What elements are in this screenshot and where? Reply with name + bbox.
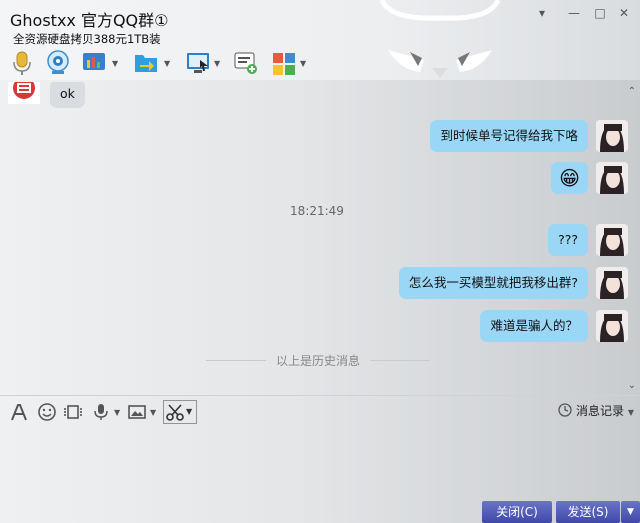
maximize-icon[interactable]: □: [590, 4, 610, 22]
chevron-down-icon[interactable]: ▼: [164, 59, 170, 68]
title-bar: Ghostxx 官方QQ群① 全资源硬盘拷贝388元1TB装 ▾ — □ ✕ ▼…: [0, 0, 640, 80]
chat-history[interactable]: ok 到时候单号记得给我下咯 😁 18:21:49 ??? 怎么我一买模型就把我…: [0, 82, 640, 394]
menu-icon[interactable]: ▾: [532, 4, 552, 22]
minimize-icon[interactable]: —: [564, 4, 584, 22]
message-timestamp: 18:21:49: [290, 204, 344, 218]
history-divider: 以上是历史消息: [206, 352, 430, 369]
message-history-button[interactable]: 消息记录 ▼: [558, 402, 634, 419]
image-icon[interactable]: [128, 403, 146, 421]
message-bubble-outgoing[interactable]: 到时候单号记得给我下咯: [430, 120, 588, 152]
screenshot-icon[interactable]: [64, 403, 82, 421]
chevron-down-icon[interactable]: ▼: [114, 408, 120, 417]
send-options-icon[interactable]: ▼: [621, 501, 640, 523]
microphone-icon[interactable]: [92, 403, 110, 421]
message-bubble-outgoing-emoji[interactable]: 😁: [551, 162, 588, 194]
voice-call-icon[interactable]: [10, 50, 34, 76]
chevron-down-icon[interactable]: ▼: [112, 59, 118, 68]
my-avatar[interactable]: [596, 120, 628, 152]
chevron-down-icon: ▼: [186, 407, 193, 416]
message-bubble-outgoing[interactable]: ???: [548, 224, 588, 256]
group-title: Ghostxx 官方QQ群①: [10, 11, 169, 30]
font-icon[interactable]: [10, 403, 28, 421]
my-avatar[interactable]: [596, 310, 628, 342]
chevron-down-icon[interactable]: ▼: [150, 408, 156, 417]
my-avatar[interactable]: [596, 267, 628, 299]
my-avatar[interactable]: [596, 162, 628, 194]
scroll-down-icon[interactable]: ⌄: [628, 380, 636, 391]
announcement-icon[interactable]: [234, 50, 258, 76]
my-avatar[interactable]: [596, 224, 628, 256]
group-app-icon[interactable]: [82, 50, 106, 76]
message-bubble-outgoing[interactable]: 难道是骗人的？: [480, 310, 588, 342]
message-bubble-incoming[interactable]: ok: [50, 82, 85, 108]
chevron-down-icon[interactable]: ▼: [214, 59, 220, 68]
send-file-icon[interactable]: [134, 50, 158, 76]
group-announcement: 全资源硬盘拷贝388元1TB装: [13, 32, 161, 46]
scissors-icon: [166, 404, 184, 421]
screen-share-icon[interactable]: [186, 50, 210, 76]
chevron-down-icon: ▼: [627, 408, 634, 417]
sender-avatar[interactable]: [8, 82, 40, 104]
ghost-mascot-icon: [380, 0, 500, 78]
close-button[interactable]: 关闭(C): [482, 501, 552, 523]
input-toolbar: ▼ ▼ ▼ 消息记录 ▼: [0, 395, 640, 426]
message-history-label: 消息记录: [576, 404, 625, 418]
scroll-up-icon[interactable]: ⌃: [628, 86, 636, 97]
emoji-icon[interactable]: [38, 403, 56, 421]
scissors-button[interactable]: ▼: [163, 400, 197, 424]
message-input[interactable]: [0, 426, 640, 500]
close-window-icon[interactable]: ✕: [614, 4, 634, 22]
clock-icon: [558, 403, 572, 417]
chevron-down-icon[interactable]: ▼: [300, 59, 306, 68]
video-call-icon[interactable]: [46, 50, 70, 76]
send-button[interactable]: 发送(S): [556, 501, 620, 523]
apps-grid-icon[interactable]: [272, 50, 296, 76]
message-bubble-outgoing[interactable]: 怎么我一买模型就把我移出群?: [398, 267, 588, 299]
